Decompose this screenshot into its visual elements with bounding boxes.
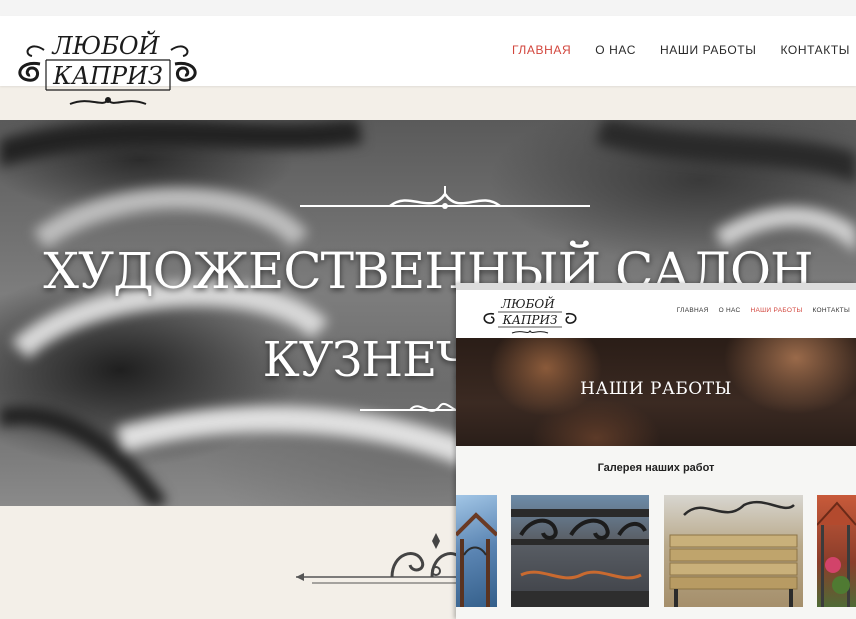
site-logo[interactable]: ЛЮБОЙ КАПРИЗ <box>10 20 205 108</box>
forged-railing-photo <box>511 509 649 607</box>
preview-nav-home[interactable]: ГЛАВНАЯ <box>677 307 709 314</box>
gallery-thumb-gazebo[interactable] <box>456 495 497 607</box>
site-preview-screenshot: ЛЮБОЙ КАПРИЗ ГЛАВНАЯ О НАС НАШИ РАБОТЫ К… <box>456 283 856 619</box>
preview-nav-about[interactable]: О НАС <box>719 307 741 314</box>
svg-text:КАПРИЗ: КАПРИЗ <box>502 313 558 327</box>
svg-text:КАПРИЗ: КАПРИЗ <box>52 62 163 90</box>
main-nav: ГЛАВНАЯ О НАС НАШИ РАБОТЫ КОНТАКТЫ <box>512 43 850 57</box>
gallery-title: Галерея наших работ <box>597 462 715 474</box>
hero-top-ornament <box>300 186 590 209</box>
forged-bench-photo <box>669 500 798 607</box>
nav-item-about[interactable]: О НАС <box>595 43 636 57</box>
logo-graphic: ЛЮБОЙ КАПРИЗ <box>18 30 197 105</box>
nav-item-works[interactable]: НАШИ РАБОТЫ <box>660 43 756 57</box>
site-header: ЛЮБОЙ КАПРИЗ ГЛАВНАЯ О НАС НАШИ РАБОТЫ К… <box>0 16 856 105</box>
nav-item-home[interactable]: ГЛАВНАЯ <box>512 43 571 57</box>
garden-arch-photo <box>817 501 856 607</box>
preview-banner: НАШИ РАБОТЫ <box>456 338 856 446</box>
svg-text:ЛЮБОЙ: ЛЮБОЙ <box>500 294 555 311</box>
nav-item-contacts[interactable]: КОНТАКТЫ <box>780 43 850 57</box>
preview-nav-contacts[interactable]: КОНТАКТЫ <box>813 307 850 314</box>
svg-text:ЛЮБОЙ: ЛЮБОЙ <box>52 30 161 60</box>
hero-bottom-ornament <box>360 403 470 412</box>
preview-banner-title: НАШИ РАБОТЫ <box>580 379 732 399</box>
preview-top-bar <box>456 283 856 290</box>
preview-logo[interactable]: ЛЮБОЙ КАПРИЗ <box>480 292 580 336</box>
browser-top-strip <box>0 0 856 17</box>
gallery-thumb-bench[interactable] <box>664 495 803 607</box>
preview-nav: ГЛАВНАЯ О НАС НАШИ РАБОТЫ КОНТАКТЫ <box>677 307 850 314</box>
preview-header: ЛЮБОЙ КАПРИЗ ГЛАВНАЯ О НАС НАШИ РАБОТЫ К… <box>456 290 856 339</box>
gazebo-photo <box>456 512 497 607</box>
preview-logo-graphic: ЛЮБОЙ КАПРИЗ <box>483 294 577 334</box>
gallery-thumb-arch[interactable] <box>817 495 856 607</box>
gallery-thumb-railing[interactable] <box>511 495 649 607</box>
preview-nav-works[interactable]: НАШИ РАБОТЫ <box>751 307 803 314</box>
